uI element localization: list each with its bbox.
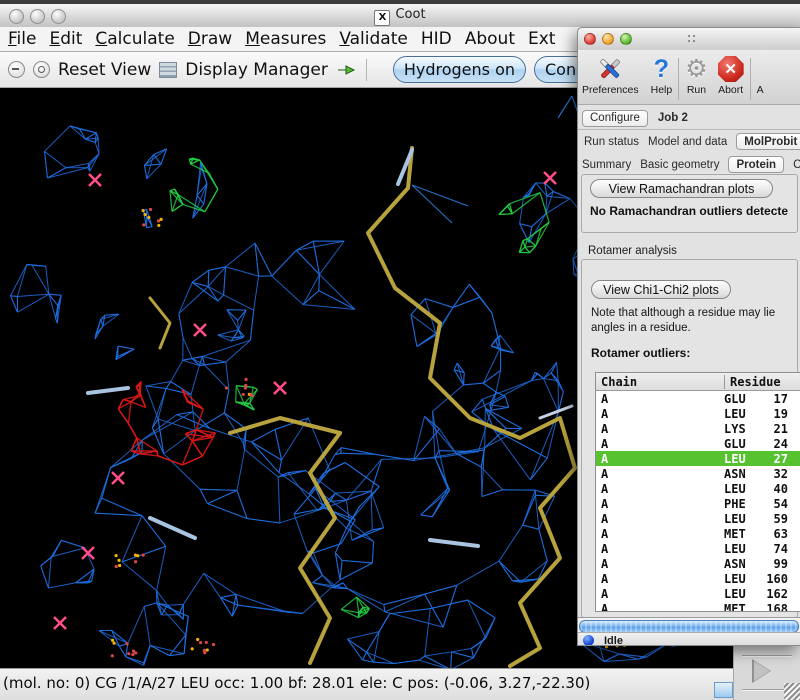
- table-row[interactable]: APHE54: [596, 496, 800, 511]
- view-ramachandran-plots-button[interactable]: View Ramachandran plots: [590, 179, 773, 198]
- menu-draw[interactable]: Draw: [188, 29, 232, 49]
- rotamer-outliers-label: Rotamer outliers:: [591, 346, 690, 360]
- main-titlebar[interactable]: XCoot: [0, 4, 800, 28]
- residue-column-header[interactable]: Residue: [724, 375, 800, 389]
- undo-icon[interactable]: [8, 61, 25, 78]
- dialog-titlebar[interactable]: [578, 28, 800, 51]
- tabs-configure-job[interactable]: Configure Job 2: [582, 108, 688, 128]
- menu-hid[interactable]: HID: [421, 29, 452, 49]
- toolbar-separator: [678, 58, 679, 100]
- menu-validate[interactable]: Validate: [339, 29, 408, 49]
- tabs-molprobity-sections[interactable]: Summary Basic geometry Protein C: [582, 156, 800, 173]
- rotamer-note-line2: angles in a residue.: [591, 322, 691, 334]
- table-row[interactable]: ALEU74: [596, 541, 800, 556]
- dialog-status-text: Idle: [604, 635, 623, 647]
- resize-grip[interactable]: [784, 683, 800, 700]
- menu-file[interactable]: File: [8, 29, 36, 49]
- divider: [742, 655, 792, 656]
- table-body[interactable]: AGLU17ALEU19ALYS21AGLU24ALEU27AASN32ALEU…: [596, 391, 800, 612]
- tab-summary[interactable]: Summary: [582, 159, 631, 171]
- tab-run-status[interactable]: Run status: [584, 136, 639, 148]
- toolbar-separator: [366, 59, 367, 81]
- table-row[interactable]: AGLU24: [596, 436, 800, 451]
- display-manager-icon[interactable]: [159, 62, 177, 78]
- tab-job-2[interactable]: Job 2: [658, 112, 688, 124]
- rotamer-groupbox: View Chi1-Chi2 plots Note that although …: [581, 259, 798, 618]
- abort-stop-icon: ✕: [718, 56, 744, 82]
- status-chip-icon: [714, 682, 733, 698]
- table-row[interactable]: AGLU17: [596, 391, 800, 406]
- horizontal-scrollbar[interactable]: [578, 617, 800, 633]
- main-statusbar: (mol. no: 0) CG /1/A/27 LEU occ: 1.00 bf…: [0, 668, 800, 700]
- x11-icon: X: [374, 10, 390, 26]
- clipped-toolbar-item[interactable]: A: [757, 56, 764, 96]
- chain-column-header[interactable]: Chain: [596, 375, 724, 389]
- reset-view-button[interactable]: Reset View: [58, 60, 151, 80]
- table-row[interactable]: ALEU40: [596, 481, 800, 496]
- table-row[interactable]: ALYS21: [596, 421, 800, 436]
- go-arrow-icon[interactable]: [336, 63, 356, 77]
- display-manager-button[interactable]: Display Manager: [185, 60, 328, 80]
- rotamer-note-line1: Note that although a residue may lie: [591, 307, 775, 319]
- table-row[interactable]: ALEU160: [596, 571, 800, 586]
- rotamer-outliers-table[interactable]: Chain Residue AGLU17ALEU19ALYS21AGLU24AL…: [595, 372, 800, 612]
- preferences-tools-icon: [597, 56, 623, 82]
- menu-ext[interactable]: Ext: [528, 29, 555, 49]
- validation-dialog: Preferences ? Help ⚙ Run ✕ Abort A Confi…: [577, 27, 800, 646]
- tab-model-and-data[interactable]: Model and data: [648, 136, 727, 148]
- dialog-zoom-button[interactable]: [620, 33, 632, 45]
- abort-button[interactable]: ✕ Abort: [718, 56, 744, 96]
- play-triangle-icon[interactable]: [754, 661, 770, 681]
- run-gear-icon: ⚙: [685, 56, 707, 82]
- dialog-statusbar: Idle: [578, 632, 800, 646]
- table-row[interactable]: AASN99: [596, 556, 800, 571]
- table-row[interactable]: AMET168: [596, 601, 800, 612]
- titlebar-grip-icon: [688, 35, 690, 37]
- help-button[interactable]: ? Help: [651, 56, 673, 96]
- tab-protein[interactable]: Protein: [728, 156, 784, 173]
- ramachandran-message: No Ramachandran outliers detecte: [590, 204, 788, 218]
- recenter-icon[interactable]: [33, 61, 50, 78]
- dialog-window-controls[interactable]: [584, 33, 632, 45]
- tab-basic-geometry[interactable]: Basic geometry: [640, 159, 719, 171]
- tab-c[interactable]: C: [793, 159, 800, 171]
- hydrogens-toggle-button[interactable]: Hydrogens on: [393, 56, 526, 83]
- table-row[interactable]: ALEU59: [596, 511, 800, 526]
- menu-calculate[interactable]: Calculate: [95, 29, 174, 49]
- toolbar-separator: [750, 58, 751, 100]
- table-row[interactable]: ALEU27: [596, 451, 800, 466]
- menu-about[interactable]: About: [465, 29, 515, 49]
- preferences-button[interactable]: Preferences: [582, 56, 639, 96]
- table-row[interactable]: ALEU162: [596, 586, 800, 601]
- rotamer-analysis-label: Rotamer analysis: [585, 245, 680, 257]
- status-dot-icon: [583, 635, 594, 646]
- table-header[interactable]: Chain Residue: [596, 373, 800, 391]
- tab-molprobit[interactable]: MolProbit: [736, 133, 800, 150]
- table-row[interactable]: AASN32: [596, 466, 800, 481]
- table-row[interactable]: AMET63: [596, 526, 800, 541]
- ramachandran-groupbox: View Ramachandran plots No Ramachandran …: [581, 174, 798, 233]
- menu-edit[interactable]: Edit: [49, 29, 82, 49]
- corner-scroll-panel: [733, 640, 800, 700]
- view-chi1-chi2-plots-button[interactable]: View Chi1-Chi2 plots: [591, 280, 731, 299]
- window-title: XCoot: [0, 7, 800, 26]
- atom-status-text: (mol. no: 0) CG /1/A/27 LEU occ: 1.00 bf…: [3, 674, 590, 692]
- tab-configure[interactable]: Configure: [582, 110, 648, 127]
- tabs-job-sections[interactable]: Run status Model and data MolProbit: [584, 133, 800, 150]
- menu-measures[interactable]: Measures: [245, 29, 326, 49]
- dialog-minimize-button[interactable]: [602, 33, 614, 45]
- help-icon: ?: [654, 56, 669, 82]
- table-row[interactable]: ALEU19: [596, 406, 800, 421]
- divider: [578, 129, 800, 130]
- dialog-toolbar: Preferences ? Help ⚙ Run ✕ Abort A: [578, 50, 800, 105]
- dialog-close-button[interactable]: [584, 33, 596, 45]
- run-button[interactable]: ⚙ Run: [685, 56, 707, 96]
